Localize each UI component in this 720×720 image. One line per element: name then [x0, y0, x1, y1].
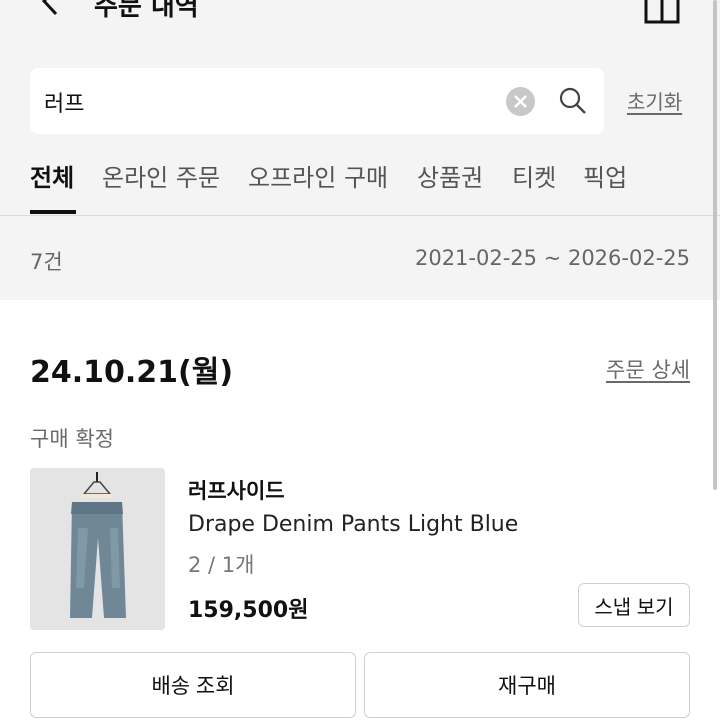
search-input-value[interactable]: 러프: [44, 86, 84, 118]
order-type-tabs: 전체 온라인 주문 오프라인 구매 상품권 티켓 픽업: [0, 150, 720, 216]
reorder-button[interactable]: 재구매: [364, 652, 690, 718]
search-input[interactable]: 러프: [30, 68, 604, 134]
tab-all[interactable]: 전체: [30, 158, 74, 193]
tab-offline-purchase[interactable]: 오프라인 구매: [248, 158, 388, 193]
result-count: 7건: [30, 250, 63, 274]
clear-icon[interactable]: [506, 87, 535, 116]
tab-gift-card[interactable]: 상품권: [417, 158, 483, 193]
chevron-left-icon[interactable]: [36, 0, 66, 18]
track-delivery-button[interactable]: 배송 조회: [30, 652, 356, 718]
product-image[interactable]: [30, 468, 165, 630]
product-name[interactable]: Drape Denim Pants Light Blue: [188, 512, 518, 537]
tab-pickup[interactable]: 픽업: [583, 158, 627, 193]
active-tab-indicator: [30, 210, 76, 214]
tabs-divider: [0, 215, 720, 216]
search-icon[interactable]: [558, 86, 588, 116]
scrollbar[interactable]: [713, 0, 717, 490]
reset-link[interactable]: 초기화: [627, 86, 682, 115]
tab-ticket[interactable]: 티켓: [512, 158, 556, 193]
order-detail-link[interactable]: 주문 상세: [606, 354, 690, 384]
tab-online-order[interactable]: 온라인 주문: [102, 158, 220, 193]
product-option: 2 / 1개: [188, 553, 255, 577]
top-bar: 주문 내역: [0, 0, 720, 46]
order-date: 24.10.21(월): [30, 355, 234, 390]
order-status: 구매 확정: [30, 427, 114, 451]
brand-name[interactable]: 러프사이드: [188, 475, 285, 505]
view-snap-button[interactable]: 스냅 보기: [578, 583, 690, 627]
date-range-filter[interactable]: 2021-02-25 ~ 2026-02-25: [415, 246, 690, 270]
page-title: 주문 내역: [94, 0, 199, 22]
product-price: 159,500원: [188, 598, 309, 623]
home-icon[interactable]: [640, 0, 684, 26]
